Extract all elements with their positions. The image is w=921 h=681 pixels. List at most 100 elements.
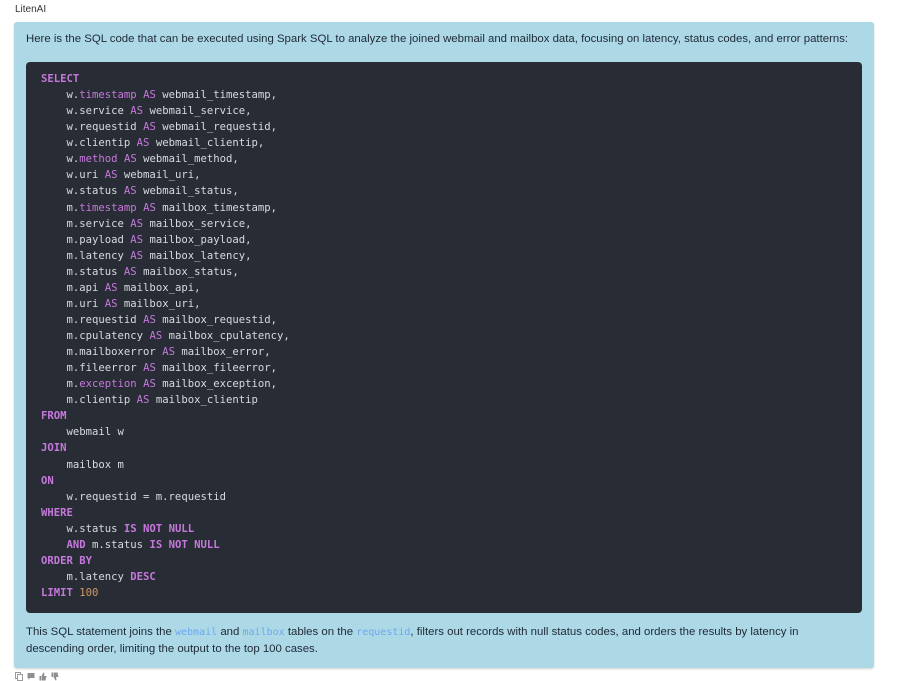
code-token: m.uri [41, 297, 105, 310]
code-keyword: AS [136, 137, 150, 150]
code-line: w.service AS webmail_service, [41, 103, 862, 119]
code-token: mailbox_cpulatency, [162, 330, 290, 342]
code-line: AND m.status IS NOT NULL [41, 537, 862, 553]
code-token: w. [41, 89, 80, 102]
code-line: mailbox m [41, 457, 862, 473]
code-line: m.exception AS mailbox_exception, [41, 376, 862, 392]
code-token: mailbox_clientip [149, 394, 258, 407]
comment-icon[interactable] [27, 672, 35, 681]
code-token: mailbox_service, [143, 217, 252, 230]
code-keyword: LIMIT [41, 587, 73, 599]
code-keyword: AS [149, 330, 163, 342]
code-token: webmail_service, [143, 105, 252, 118]
code-keyword: AS [123, 265, 137, 278]
code-keyword: timestamp [79, 89, 137, 102]
code-keyword: AS [123, 153, 137, 166]
code-token: m. [41, 201, 80, 214]
code-keyword: exception [79, 378, 137, 391]
code-keyword: AND [66, 538, 86, 551]
code-token: m.mailboxerror [41, 346, 163, 359]
code-line: m.requestid AS mailbox_requestid, [41, 312, 862, 328]
code-keyword: AS [143, 378, 156, 391]
code-keyword: WHERE [41, 506, 73, 519]
code-token: w.requestid = m.requestid [41, 490, 226, 503]
code-line: WHERE [41, 505, 862, 521]
code-keyword: AS [130, 105, 144, 118]
code-keyword: AS [104, 297, 118, 310]
code-token: w.status [41, 185, 124, 198]
code-number: 100 [79, 587, 99, 599]
code-keyword: DESC [130, 570, 156, 583]
code-token: m.cpulatency [41, 330, 150, 342]
code-keyword: ORDER BY [41, 554, 93, 567]
copy-icon[interactable] [15, 672, 23, 681]
code-line: m.cpulatency AS mailbox_cpulatency, [41, 328, 862, 344]
code-token: webmail_clientip, [149, 137, 265, 150]
code-line: w.timestamp AS webmail_timestamp, [41, 87, 862, 103]
code-line: m.uri AS mailbox_uri, [41, 296, 862, 312]
code-line: w.requestid AS webmail_requestid, [41, 119, 862, 135]
code-line: w.uri AS webmail_uri, [41, 167, 862, 183]
inline-code-mailbox: mailbox [242, 627, 285, 638]
code-line: m.api AS mailbox_api, [41, 280, 862, 296]
code-keyword: AS [143, 201, 156, 214]
outro-text-part: tables on the [284, 626, 357, 638]
code-line: LIMIT 100 [41, 585, 862, 601]
code-keyword: timestamp [79, 201, 137, 214]
code-token: mailbox_uri, [117, 297, 201, 310]
sql-code-block[interactable]: SELECT w.timestamp AS webmail_timestamp,… [26, 62, 862, 613]
code-token: m.fileerror [41, 362, 144, 375]
code-line: m.latency DESC [41, 569, 862, 585]
code-keyword: AS [123, 185, 137, 198]
code-line: JOIN [41, 440, 862, 456]
code-token: webmail_uri, [117, 169, 201, 182]
code-token: mailbox_fileerror, [155, 362, 278, 375]
code-token: w.service [41, 105, 131, 118]
code-token: m.latency [41, 570, 131, 583]
outro-text-part: and [217, 626, 243, 638]
code-token: webmail_timestamp, [155, 89, 278, 102]
code-keyword: AS [162, 346, 175, 359]
code-keyword: AS [143, 313, 156, 326]
assistant-message-bubble: Here is the SQL code that can be execute… [14, 22, 874, 668]
thumbs-down-icon[interactable] [51, 672, 59, 681]
code-line: SELECT [41, 71, 862, 87]
code-token: mailbox_status, [136, 265, 239, 278]
inline-code-requestid: requestid [356, 627, 411, 638]
code-token: m.requestid [41, 313, 144, 326]
code-keyword: AS [130, 217, 144, 230]
code-token: w.clientip [41, 137, 137, 150]
code-keyword: AS [130, 249, 144, 262]
code-line: m.mailboxerror AS mailbox_error, [41, 344, 862, 360]
code-token: mailbox_payload, [143, 233, 252, 246]
code-token: webmail_method, [136, 153, 239, 166]
code-token: webmail_requestid, [155, 121, 278, 134]
code-token: m.api [41, 281, 105, 294]
code-token: m. [41, 378, 80, 391]
code-keyword: AS [143, 121, 156, 134]
code-line: ORDER BY [41, 553, 862, 569]
code-line: m.clientip AS mailbox_clientip [41, 392, 862, 408]
code-line: w.method AS webmail_method, [41, 151, 862, 167]
code-token: w.uri [41, 169, 105, 182]
outro-text-part: This SQL statement joins the [26, 626, 175, 638]
thumbs-up-icon[interactable] [39, 672, 47, 681]
code-token: w.status [41, 522, 124, 535]
code-line: w.status IS NOT NULL [41, 521, 862, 537]
code-keyword: FROM [41, 410, 67, 423]
code-token: mailbox m [41, 458, 124, 471]
code-keyword: AS [143, 362, 156, 375]
code-token: m.latency [41, 249, 131, 262]
code-line: m.timestamp AS mailbox_timestamp, [41, 200, 862, 216]
sender-name: LitenAI [15, 4, 47, 15]
code-keyword: AS [130, 233, 144, 246]
code-keyword: AS [104, 281, 118, 294]
code-token: w.requestid [41, 121, 144, 134]
code-line: m.payload AS mailbox_payload, [41, 232, 862, 248]
code-token: mailbox_requestid, [155, 313, 278, 326]
inline-code-webmail: webmail [175, 627, 218, 638]
code-token: mailbox_latency, [143, 249, 252, 262]
code-token: m.status [85, 538, 150, 551]
code-token: m.service [41, 217, 131, 230]
